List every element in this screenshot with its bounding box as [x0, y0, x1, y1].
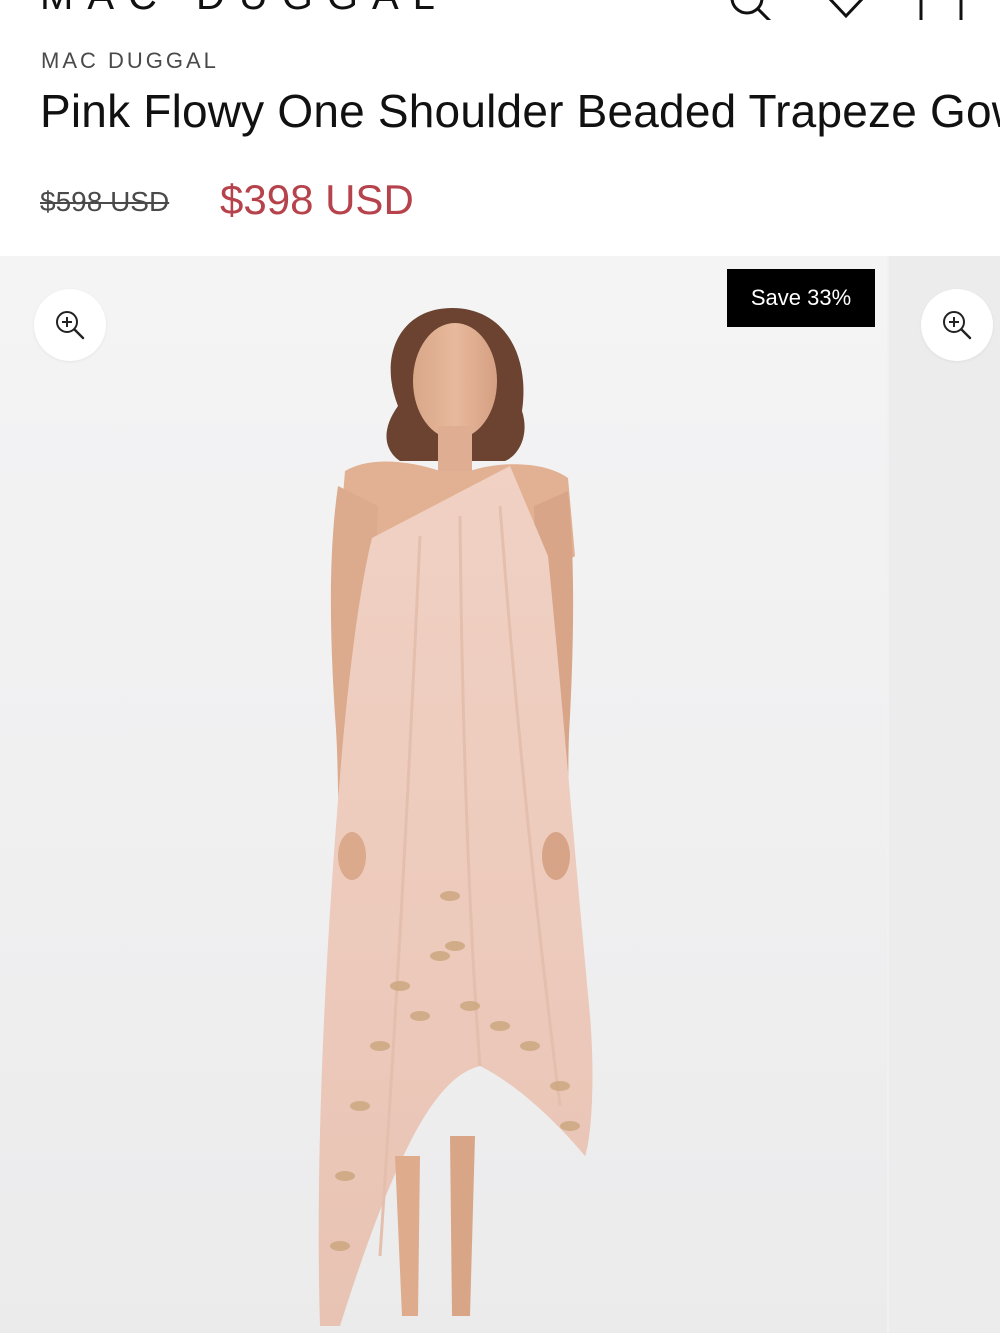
zoom-button[interactable]	[34, 289, 106, 361]
discount-badge: Save 33%	[727, 269, 875, 327]
site-logo[interactable]: MAC DUGGAL	[40, 0, 449, 19]
sale-price: $398 USD	[220, 176, 414, 223]
bag-icon[interactable]	[916, 0, 966, 20]
product-title: Pink Flowy One Shoulder Beaded Trapeze G…	[40, 85, 1000, 137]
model-photo-illustration	[318, 308, 593, 1326]
product-gallery[interactable]: Save 33%	[0, 256, 1000, 1333]
search-icon[interactable]	[725, 0, 775, 20]
zoom-in-icon	[56, 311, 85, 340]
next-product-image[interactable]	[889, 256, 1000, 1333]
zoom-in-icon	[943, 311, 972, 340]
product-image[interactable]	[0, 256, 887, 1333]
product-brand[interactable]: MAC DUGGAL	[41, 48, 219, 74]
zoom-button-next[interactable]	[921, 289, 993, 361]
original-price: $598 USD	[40, 186, 170, 217]
heart-icon[interactable]	[823, 0, 869, 20]
site-header: MAC DUGGAL	[0, 0, 1000, 20]
